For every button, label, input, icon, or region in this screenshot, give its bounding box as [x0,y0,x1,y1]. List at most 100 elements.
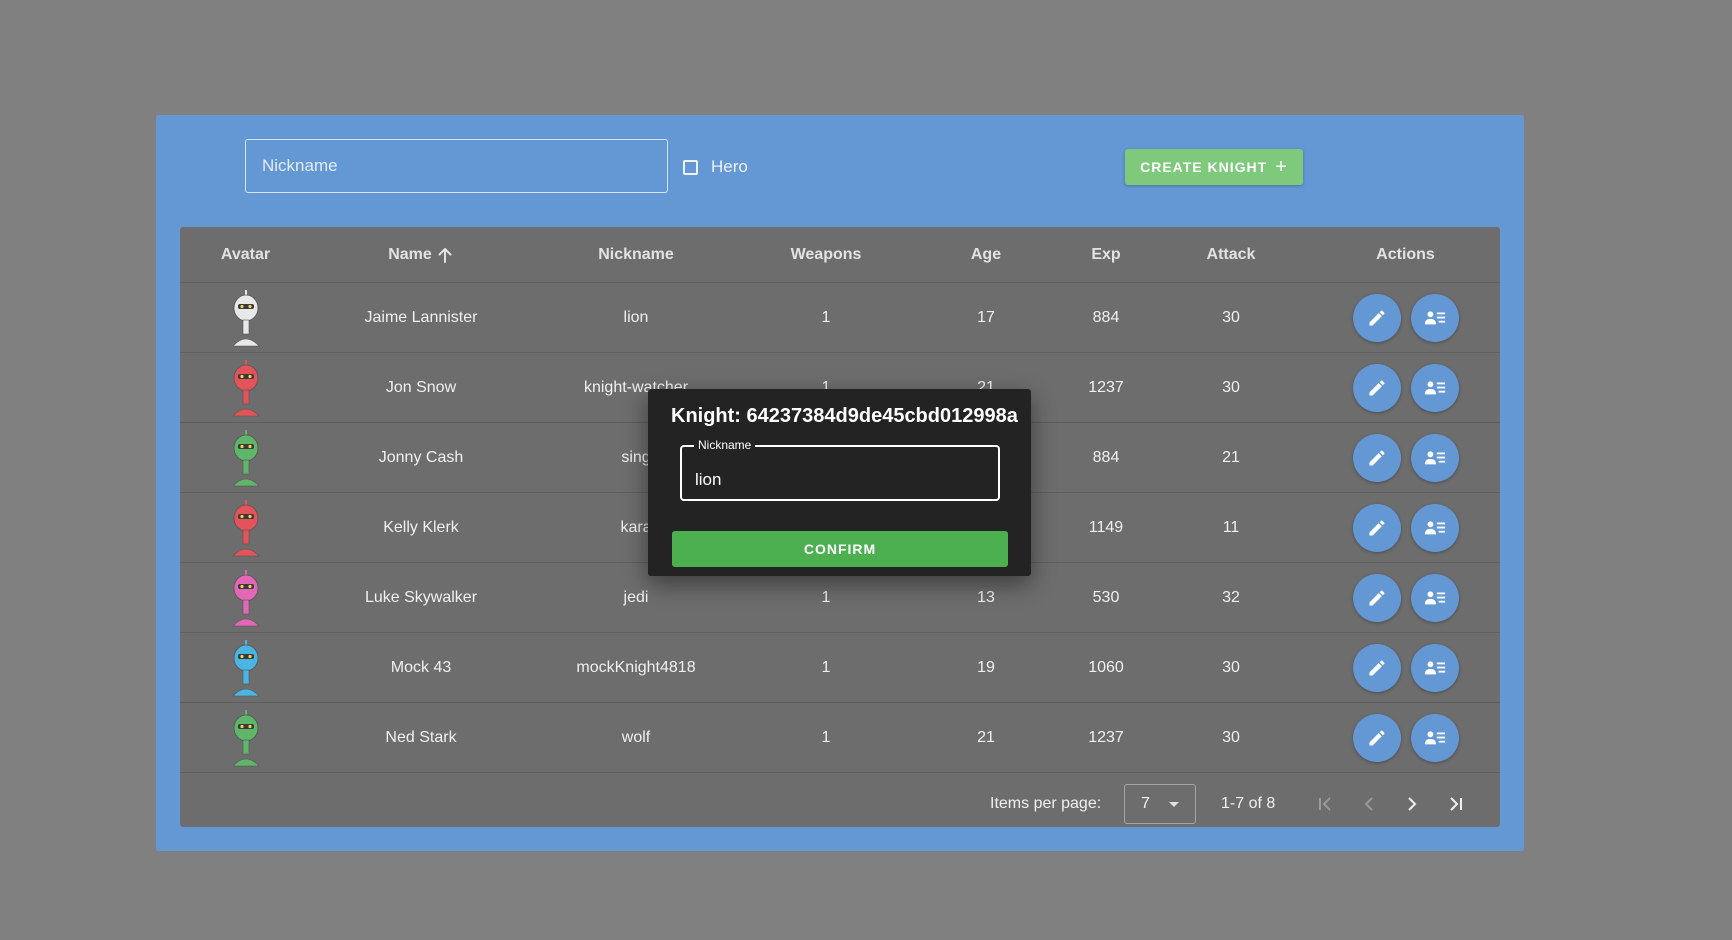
avatar-cell [180,633,311,702]
hero-label: Hero [711,157,748,176]
pencil-icon [1369,449,1384,465]
person-details-icon [1424,730,1445,744]
pencil-icon [1369,519,1384,535]
avatar-cell [180,283,311,352]
exp-cell: 1237 [1088,728,1124,746]
pencil-icon [1369,379,1384,395]
weapons-cell: 1 [821,308,831,326]
table-row: Mock 43 mockKnight4818 1 19 1060 30 [180,633,1500,703]
items-per-page-value: 7 [1141,795,1150,812]
knight-avatar [231,359,260,416]
avatar-cell [180,493,311,562]
avatar-cell [180,703,311,772]
exp-cell: 884 [1092,448,1120,466]
weapons-cell: 1 [821,658,831,676]
avatar-cell [180,423,311,492]
pencil-icon [1369,589,1384,605]
last-page-icon[interactable] [1446,794,1466,814]
details-button[interactable] [1410,503,1459,552]
nickname-input[interactable] [682,447,998,499]
age-cell: 19 [977,658,995,676]
person-details-icon [1424,590,1445,604]
edit-button[interactable] [1352,713,1401,762]
edit-button[interactable] [1352,573,1401,622]
actions-cell [1311,633,1500,702]
next-page-icon[interactable] [1402,794,1422,814]
edit-button[interactable] [1352,503,1401,552]
exp-cell: 884 [1092,308,1120,326]
exp-cell: 530 [1092,588,1120,606]
nickname-cell: wolf [621,728,651,746]
create-knight-button[interactable]: CREATE KNIGHT + [1125,149,1303,185]
header-weapons[interactable]: Weapons [741,227,911,282]
actions-cell [1311,493,1500,562]
knight-avatar [231,639,260,696]
header-age[interactable]: Age [911,227,1061,282]
person-details-icon [1424,660,1445,674]
actions-cell [1311,353,1500,422]
person-details-icon [1424,520,1445,534]
details-button[interactable] [1410,643,1459,692]
details-button[interactable] [1410,433,1459,482]
header-exp[interactable]: Exp [1061,227,1151,282]
exp-cell: 1237 [1088,378,1124,396]
header-nickname[interactable]: Nickname [531,227,741,282]
name-cell: Mock 43 [390,658,452,676]
pencil-icon [1369,309,1384,325]
age-cell: 17 [977,308,995,326]
attack-cell: 30 [1222,658,1240,676]
details-button[interactable] [1410,573,1459,622]
hero-checkbox[interactable] [683,159,698,175]
paginator: Items per page: 7 1-7 of 8 [180,782,1500,827]
actions-cell [1311,563,1500,632]
edit-button[interactable] [1352,293,1401,342]
name-cell: Jaime Lannister [364,308,478,326]
header-name[interactable]: Name [311,227,531,282]
details-button[interactable] [1410,293,1459,342]
details-button[interactable] [1410,713,1459,762]
previous-page-icon[interactable] [1359,794,1379,814]
knight-avatar [231,499,260,556]
name-cell: Jon Snow [385,378,457,396]
create-knight-label: CREATE KNIGHT [1140,159,1268,175]
dialog-title: Knight: 64237384d9de45cbd012998a [671,405,1018,427]
edit-button[interactable] [1352,363,1401,412]
pencil-icon [1369,729,1384,745]
confirm-button[interactable]: CONFIRM [672,531,1008,567]
avatar-cell [180,353,311,422]
header-attack[interactable]: Attack [1151,227,1311,282]
knight-avatar [231,709,260,766]
confirm-label: CONFIRM [803,541,877,557]
items-per-page-label: Items per page: [990,795,1102,812]
actions-cell [1311,423,1500,492]
person-details-icon [1424,380,1445,394]
table-header: Avatar Name Nickname Weapons Age Exp Att… [180,227,1500,283]
person-details-icon [1424,450,1445,464]
knight-avatar [231,429,260,486]
name-cell: Ned Stark [385,728,457,746]
table-row: Ned Stark wolf 1 21 1237 30 [180,703,1500,773]
header-actions: Actions [1376,245,1435,263]
age-cell: 21 [977,728,995,746]
attack-cell: 21 [1222,448,1240,466]
items-per-page-select[interactable]: 7 [1124,784,1196,824]
edit-button[interactable] [1352,643,1401,692]
name-cell: Luke Skywalker [364,588,478,606]
attack-cell: 11 [1222,518,1240,536]
knight-avatar [231,569,260,626]
first-page-icon[interactable] [1315,794,1335,814]
attack-cell: 30 [1222,728,1240,746]
page-range: 1-7 of 8 [1221,795,1276,812]
details-button[interactable] [1410,363,1459,412]
nickname-cell: mockKnight4818 [576,658,696,676]
nickname-filter-input[interactable] [245,139,668,193]
nickname-field[interactable]: Nickname [680,438,1000,501]
weapons-cell: 1 [821,728,831,746]
person-details-icon [1424,310,1445,324]
edit-nickname-dialog: Knight: 64237384d9de45cbd012998a Nicknam… [648,389,1031,576]
attack-cell: 30 [1222,308,1240,326]
edit-button[interactable] [1352,433,1401,482]
hero-filter[interactable]: Hero [683,157,748,177]
pencil-icon [1369,659,1384,675]
exp-cell: 1149 [1088,518,1124,536]
